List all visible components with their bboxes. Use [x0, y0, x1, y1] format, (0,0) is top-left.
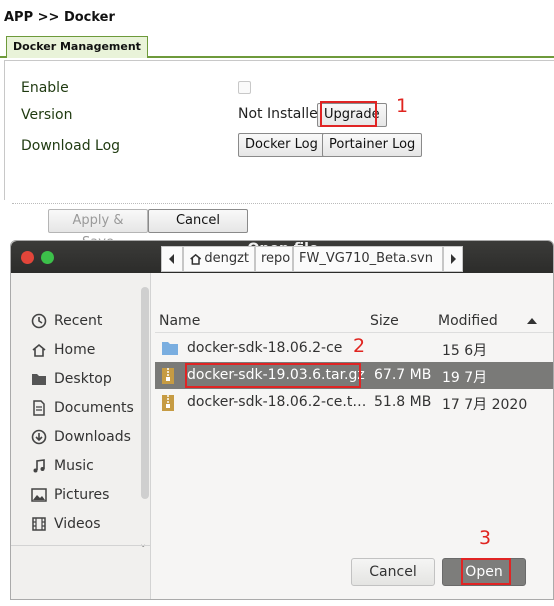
settings-panel — [4, 60, 554, 200]
annotation-step-3: 3 — [479, 527, 492, 549]
sidebar-item-label: Videos — [54, 516, 101, 532]
breadcrumb: APP >> Docker — [4, 10, 115, 25]
path-segment-repo[interactable]: repo — [255, 246, 293, 272]
clock-icon — [31, 313, 47, 329]
sidebar-item-label: Pictures — [54, 487, 110, 503]
music-note-icon — [33, 459, 45, 473]
annotation-step-2: 2 — [353, 335, 366, 357]
places-sidebar: Recent Home Desktop Documents Downloads … — [11, 273, 151, 599]
sidebar-item-videos[interactable]: Videos — [31, 512, 101, 536]
sidebar-scrollbar[interactable] — [141, 287, 149, 499]
file-modified: 19 7月 — [442, 370, 488, 386]
folder-icon — [32, 374, 46, 385]
sort-ascending-icon — [527, 318, 537, 324]
sidebar-item-recent[interactable]: Recent — [31, 309, 102, 333]
chevron-right-icon — [451, 254, 456, 264]
file-modified: 15 6月 — [442, 343, 488, 359]
column-size[interactable]: Size — [370, 313, 399, 329]
file-row[interactable]: docker-sdk-18.06.2-ce.t… 51.8 MB 17 7月 2… — [155, 389, 553, 416]
sidebar-item-label: Home — [54, 342, 96, 358]
dialog-cancel-button[interactable]: Cancel — [351, 558, 435, 586]
version-status: Not Installed — [238, 106, 327, 122]
file-name: docker-sdk-18.06.2-ce — [187, 340, 343, 356]
annotation-box-1 — [320, 101, 377, 127]
enable-checkbox[interactable] — [238, 81, 251, 94]
file-modified: 17 7月 2020 — [442, 397, 528, 413]
sidebar-item-documents[interactable]: Documents — [31, 396, 134, 420]
path-back-button[interactable] — [161, 246, 183, 272]
cancel-button[interactable]: Cancel — [148, 209, 248, 233]
sidebar-item-label: Recent — [54, 313, 103, 329]
path-forward-button[interactable] — [443, 246, 463, 272]
file-size: 51.8 MB — [374, 394, 432, 410]
annotation-step-1: 1 — [396, 95, 409, 117]
home-icon — [190, 253, 202, 265]
sidebar-item-home[interactable]: Home — [31, 338, 95, 362]
enable-label: Enable — [21, 80, 69, 96]
chevron-left-icon — [169, 254, 174, 264]
sidebar-item-downloads[interactable]: Downloads — [31, 425, 131, 449]
sidebar-item-music[interactable]: Music — [31, 454, 94, 478]
download-icon — [31, 429, 47, 445]
tab-docker-management[interactable]: Docker Management — [6, 36, 148, 58]
docker-log-button[interactable]: Docker Log — [238, 133, 325, 157]
sidebar-item-label: Documents — [54, 400, 134, 416]
open-file-dialog: Open file Recent Home Desktop Documents … — [10, 240, 554, 600]
column-modified[interactable]: Modified — [438, 313, 498, 329]
archive-icon — [162, 395, 174, 411]
apply-save-button[interactable]: Apply & Save — [48, 209, 148, 250]
file-size: 67.7 MB — [374, 367, 432, 383]
document-icon — [33, 400, 45, 416]
file-list-header: Name Size Modified — [155, 309, 553, 333]
sidebar-item-desktop[interactable]: Desktop — [31, 367, 112, 391]
column-name[interactable]: Name — [159, 313, 200, 329]
divider — [12, 203, 552, 204]
sidebar-item-pictures[interactable]: Pictures — [31, 483, 109, 507]
download-log-label: Download Log — [21, 138, 121, 154]
sidebar-item-label: Desktop — [54, 371, 112, 387]
sidebar-item-label: Downloads — [54, 429, 131, 445]
sidebar-separator — [11, 545, 151, 546]
path-segment-label: dengzt — [204, 251, 249, 266]
film-icon — [32, 517, 46, 531]
version-label: Version — [21, 107, 73, 123]
archive-icon — [162, 368, 174, 384]
home-icon — [32, 343, 46, 357]
sidebar-item-label: Music — [54, 458, 94, 474]
picture-icon — [31, 488, 47, 502]
portainer-log-button[interactable]: Portainer Log — [322, 133, 423, 157]
folder-icon — [162, 342, 178, 355]
annotation-box-2 — [185, 363, 361, 388]
path-segment-home[interactable]: dengzt — [183, 246, 255, 272]
annotation-box-3 — [461, 558, 511, 585]
path-segment-current[interactable]: FW_VG710_Beta.svn — [293, 246, 443, 272]
file-name: docker-sdk-18.06.2-ce.t… — [187, 394, 367, 410]
